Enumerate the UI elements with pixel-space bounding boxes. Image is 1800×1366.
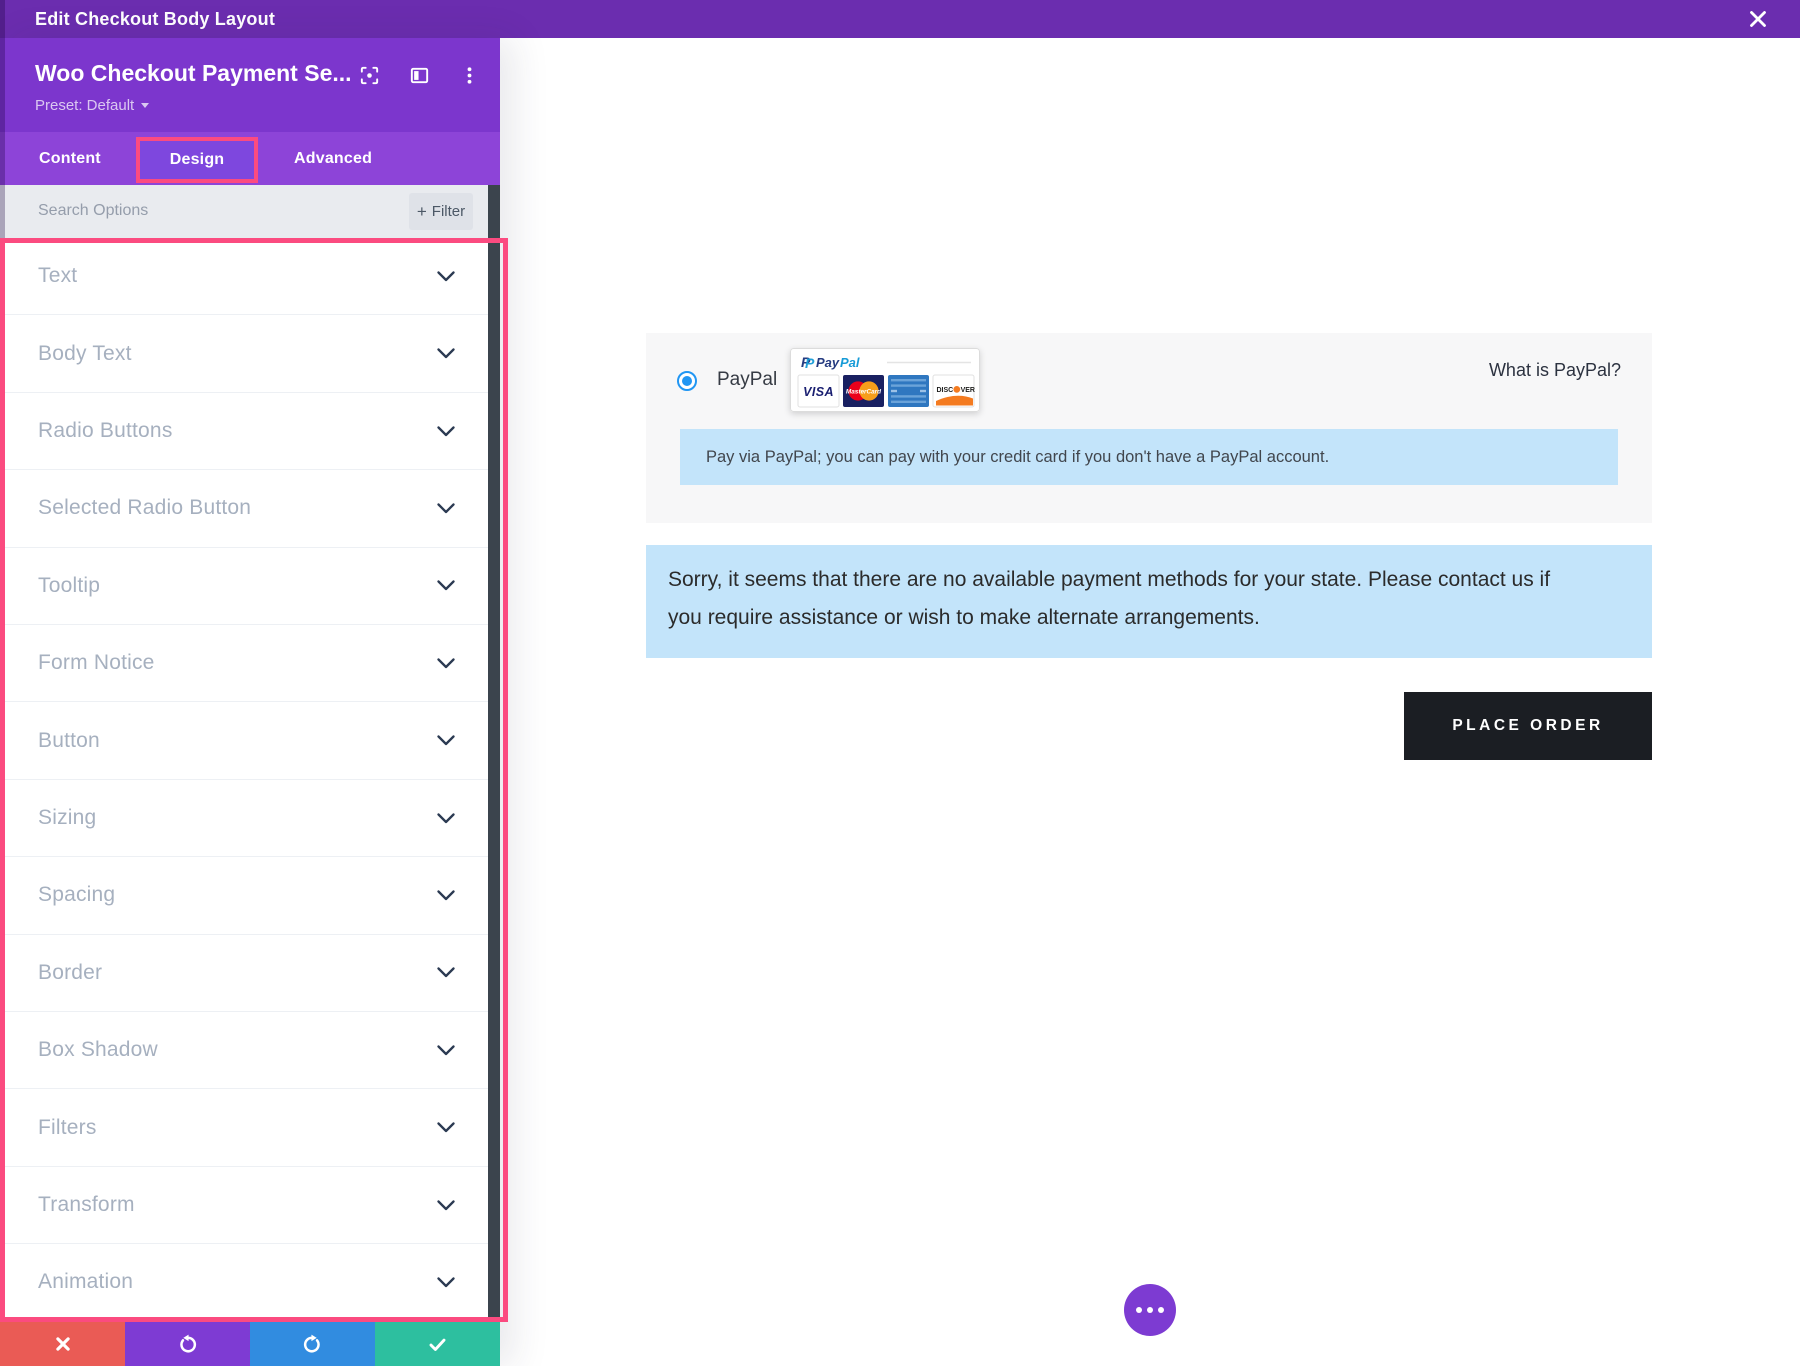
option-label: Tooltip xyxy=(38,574,100,598)
panel-header: Woo Checkout Payment Se... Preset: Defau… xyxy=(0,38,500,132)
chevron-down-icon xyxy=(437,1045,455,1056)
paypal-label: PayPal xyxy=(717,369,777,391)
tab-design[interactable]: Design xyxy=(136,137,258,183)
preset-label: Preset: Default xyxy=(35,97,134,114)
what-is-paypal-link[interactable]: What is PayPal? xyxy=(1489,360,1621,381)
option-animation[interactable]: Animation xyxy=(0,1244,500,1321)
chevron-down-icon xyxy=(437,735,455,746)
svg-text:VISA: VISA xyxy=(803,385,834,399)
option-label: Radio Buttons xyxy=(38,419,173,443)
option-body-text[interactable]: Body Text xyxy=(0,315,500,392)
paypal-description-box: Pay via PayPal; you can pay with your cr… xyxy=(680,429,1618,485)
discard-button[interactable] xyxy=(0,1322,125,1366)
option-label: Form Notice xyxy=(38,651,155,675)
option-label: Body Text xyxy=(38,342,132,366)
plus-icon: + xyxy=(417,203,427,220)
option-label: Spacing xyxy=(38,883,115,907)
panel-footer xyxy=(0,1322,500,1366)
page-settings-fab[interactable] xyxy=(1124,1284,1176,1336)
option-selected-radio-button[interactable]: Selected Radio Button xyxy=(0,470,500,547)
panel-scrollbar[interactable] xyxy=(488,185,500,1322)
save-button[interactable] xyxy=(375,1322,500,1366)
option-tooltip[interactable]: Tooltip xyxy=(0,548,500,625)
kebab-menu-icon[interactable] xyxy=(456,62,482,88)
module-settings-panel: Woo Checkout Payment Se... Preset: Defau… xyxy=(0,38,500,1366)
option-radio-buttons[interactable]: Radio Buttons xyxy=(0,393,500,470)
paypal-logo-pay: Pay xyxy=(816,355,840,370)
option-label: Button xyxy=(38,729,100,753)
ellipsis-icon xyxy=(1136,1307,1164,1313)
expand-modal-icon[interactable] xyxy=(356,62,382,88)
preset-caret-icon xyxy=(141,103,149,108)
option-border[interactable]: Border xyxy=(0,935,500,1012)
option-sizing[interactable]: Sizing xyxy=(0,780,500,857)
close-icon[interactable] xyxy=(1744,6,1772,34)
notice-text: Sorry, it seems that there are no availa… xyxy=(668,561,1568,637)
chevron-down-icon xyxy=(437,348,455,359)
option-button[interactable]: Button xyxy=(0,702,500,779)
option-label: Border xyxy=(38,961,102,985)
option-spacing[interactable]: Spacing xyxy=(0,857,500,934)
no-payment-methods-notice: Sorry, it seems that there are no availa… xyxy=(646,545,1652,658)
svg-text:DISC: DISC xyxy=(937,387,954,394)
chevron-down-icon xyxy=(437,890,455,901)
paypal-description-text: Pay via PayPal; you can pay with your cr… xyxy=(706,448,1329,467)
option-label: Transform xyxy=(38,1193,135,1217)
paypal-acceptance-cards-image: P P Pay Pal VISA MasterCard xyxy=(790,348,980,412)
chevron-down-icon xyxy=(437,967,455,978)
design-options-list: Text Body Text Radio Buttons Selected Radio… xyxy=(0,238,500,1322)
option-box-shadow[interactable]: Box Shadow xyxy=(0,1012,500,1089)
chevron-down-icon xyxy=(437,1122,455,1133)
place-order-button[interactable]: PLACE ORDER xyxy=(1404,692,1652,760)
preset-selector[interactable]: Preset: Default xyxy=(35,97,149,114)
option-label: Text xyxy=(38,264,77,288)
tab-advanced[interactable]: Advanced xyxy=(288,132,378,185)
split-view-icon[interactable] xyxy=(406,62,432,88)
option-transform[interactable]: Transform xyxy=(0,1167,500,1244)
option-label: Animation xyxy=(38,1270,133,1294)
tab-content[interactable]: Content xyxy=(33,132,107,185)
settings-tabs: Content Design Advanced xyxy=(0,132,500,185)
chevron-down-icon xyxy=(437,271,455,282)
discover-card-icon: DISC VER xyxy=(933,375,975,407)
amex-card-icon xyxy=(888,375,929,407)
chevron-down-icon xyxy=(437,426,455,437)
svg-text:VER: VER xyxy=(961,387,975,394)
divi-builder-screen: Edit Checkout Body Layout Woo Checkout P… xyxy=(0,0,1800,1366)
payment-methods-panel: PayPal P P Pay Pal VISA MasterCar xyxy=(646,333,1652,523)
paypal-radio-selected[interactable] xyxy=(677,371,697,391)
option-filters[interactable]: Filters xyxy=(0,1089,500,1166)
option-label: Box Shadow xyxy=(38,1038,158,1062)
chevron-down-icon xyxy=(437,1200,455,1211)
filter-label: Filter xyxy=(432,203,465,220)
svg-text:MasterCard: MasterCard xyxy=(846,389,882,396)
chevron-down-icon xyxy=(437,580,455,591)
modal-topbar: Edit Checkout Body Layout xyxy=(0,0,1800,38)
modal-title: Edit Checkout Body Layout xyxy=(35,9,275,30)
option-text[interactable]: Text xyxy=(0,238,500,315)
mastercard-card-icon: MasterCard xyxy=(843,375,884,407)
chevron-down-icon xyxy=(437,503,455,514)
filter-button[interactable]: + Filter xyxy=(409,193,473,230)
option-label: Filters xyxy=(38,1116,97,1140)
header-icons xyxy=(356,62,482,88)
option-label: Sizing xyxy=(38,806,96,830)
module-title: Woo Checkout Payment Se... xyxy=(35,60,352,87)
undo-button[interactable] xyxy=(125,1322,250,1366)
visa-card-icon: VISA xyxy=(798,375,839,407)
redo-button[interactable] xyxy=(250,1322,375,1366)
chevron-down-icon xyxy=(437,813,455,824)
paypal-p2-icon: P xyxy=(805,355,815,371)
option-label: Selected Radio Button xyxy=(38,496,251,520)
search-row: + Filter xyxy=(0,185,500,238)
paypal-logo-pal: Pal xyxy=(840,355,860,370)
search-input[interactable] xyxy=(36,195,376,227)
option-form-notice[interactable]: Form Notice xyxy=(0,625,500,702)
panel-edge-shade xyxy=(0,0,5,238)
chevron-down-icon xyxy=(437,658,455,669)
chevron-down-icon xyxy=(437,1277,455,1288)
